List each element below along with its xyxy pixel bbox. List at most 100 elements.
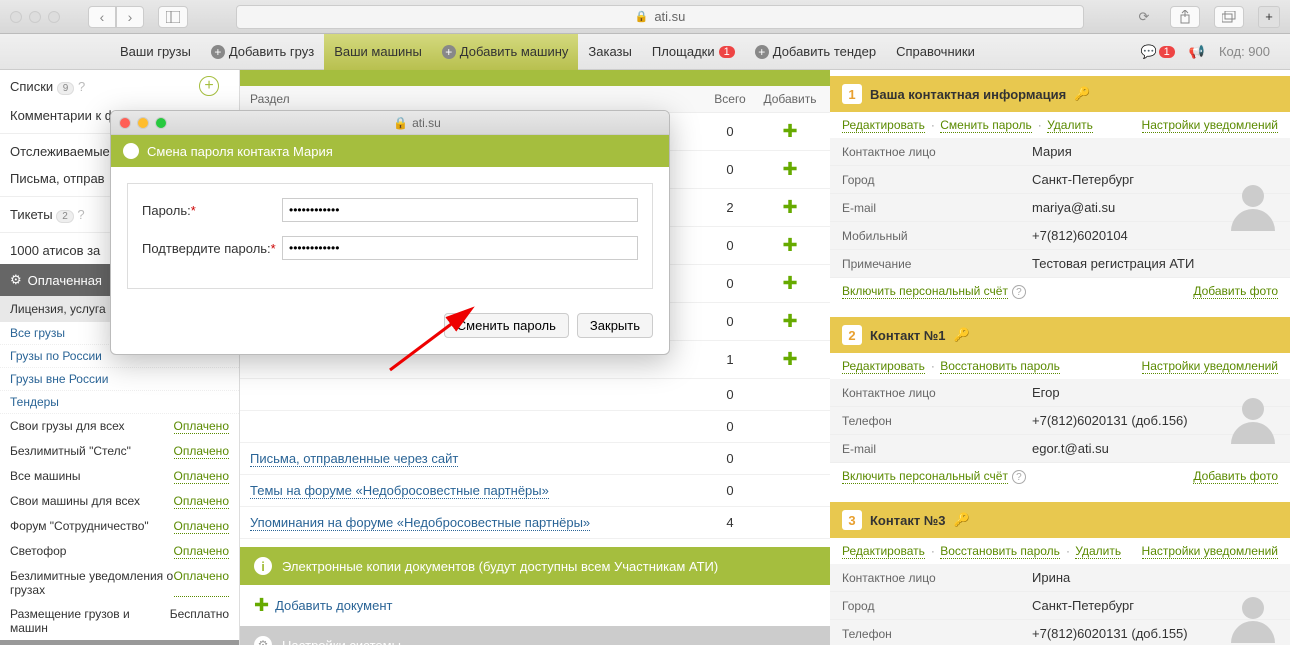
- cell-total: 0: [700, 238, 760, 253]
- edit-link[interactable]: Редактировать: [842, 118, 925, 133]
- lock-icon: 🔒: [635, 10, 649, 23]
- nav-label: Добавить тендер: [773, 44, 876, 59]
- chat-icon[interactable]: 💬1: [1140, 44, 1174, 60]
- nav-your-cargo[interactable]: Ваши грузы: [110, 34, 201, 70]
- status-link[interactable]: Оплачено: [174, 544, 229, 559]
- share-button[interactable]: [1170, 6, 1200, 28]
- close-window-icon[interactable]: [10, 11, 22, 23]
- password-input[interactable]: [282, 198, 638, 222]
- back-button[interactable]: ‹: [88, 6, 116, 28]
- help-icon[interactable]: ?: [1012, 470, 1026, 484]
- nav-label: Справочники: [896, 44, 975, 59]
- status-link[interactable]: Оплачено: [174, 469, 229, 484]
- help-icon: ?: [77, 207, 84, 222]
- card-number: 3: [842, 510, 862, 530]
- nav-add-tender[interactable]: +Добавить тендер: [745, 34, 886, 70]
- row-link[interactable]: Письма, отправленные через сайт: [250, 451, 458, 467]
- add-button[interactable]: ✚: [782, 121, 797, 141]
- personal-account-link[interactable]: Включить персональный счёт: [842, 284, 1008, 299]
- add-button[interactable]: ✚: [782, 311, 797, 331]
- nav-platforms[interactable]: Площадки1: [642, 34, 745, 70]
- sidebar-lists[interactable]: Списки 9 ? +: [0, 70, 239, 102]
- restore-password-link[interactable]: Восстановить пароль: [940, 544, 1060, 559]
- status-link[interactable]: Оплачено: [174, 494, 229, 509]
- status-link[interactable]: Оплачено: [174, 419, 229, 434]
- nav-your-trucks[interactable]: Ваши машины: [324, 34, 432, 70]
- cell-total: 2: [700, 200, 760, 215]
- tabs-icon: [1222, 11, 1236, 23]
- new-tab-button[interactable]: +: [1258, 6, 1280, 28]
- add-button[interactable]: ✚: [782, 273, 797, 293]
- change-password-modal: 🔒ati.su Смена пароля контакта Мария Паро…: [110, 110, 670, 355]
- docs-banner: iЭлектронные копии документов (будут дос…: [240, 547, 830, 585]
- row-link[interactable]: Темы на форуме «Недобросовестные партнёр…: [250, 483, 549, 499]
- cell-total: 0: [700, 419, 760, 434]
- sidebar-label: Отслеживаемые: [10, 144, 110, 159]
- address-bar[interactable]: 🔒 ati.su: [236, 5, 1084, 29]
- cell-total: 4: [700, 515, 760, 530]
- row-link[interactable]: Упоминания на форуме «Недобросовестные п…: [250, 515, 590, 531]
- add-document-button[interactable]: ✚Добавить документ: [240, 585, 830, 626]
- delete-link[interactable]: Удалить: [1075, 544, 1121, 559]
- personal-account-link[interactable]: Включить персональный счёт: [842, 469, 1008, 484]
- contact-card-self: 1Ваша контактная информация🔑 Редактирова…: [830, 76, 1290, 305]
- plus-icon: +: [211, 45, 225, 59]
- info-label: E-mail: [842, 201, 1032, 215]
- col-add: Добавить: [760, 92, 820, 106]
- add-button[interactable]: ✚: [782, 349, 797, 369]
- sidebar-tariff[interactable]: ⚙Тарифный план sms-уведомлений: [0, 640, 239, 645]
- sidebar-toggle-button[interactable]: [158, 6, 188, 28]
- reload-button[interactable]: ⟳: [1132, 6, 1156, 28]
- info-grid: Контактное лицоМария ГородСанкт-Петербур…: [830, 138, 1290, 278]
- change-password-link[interactable]: Сменить пароль: [940, 118, 1032, 133]
- notifications-link[interactable]: Настройки уведомлений: [1142, 359, 1278, 374]
- maximize-window-icon[interactable]: [48, 11, 60, 23]
- status-link[interactable]: Оплачено: [174, 444, 229, 459]
- minimize-window-icon[interactable]: [29, 11, 41, 23]
- code-label: Код: 900: [1219, 44, 1270, 59]
- edit-link[interactable]: Редактировать: [842, 359, 925, 374]
- help-icon[interactable]: ?: [1012, 285, 1026, 299]
- modal-title: Смена пароля контакта Мария: [147, 144, 333, 159]
- forward-button[interactable]: ›: [116, 6, 144, 28]
- nav-add-cargo[interactable]: +Добавить груз: [201, 34, 324, 70]
- notifications-link[interactable]: Настройки уведомлений: [1142, 118, 1278, 133]
- sidebar-item[interactable]: Грузы вне России: [0, 368, 239, 391]
- required-mark: *: [271, 241, 276, 256]
- info-label: Город: [842, 599, 1032, 613]
- maximize-modal-icon[interactable]: [155, 117, 167, 129]
- close-modal-button[interactable]: Закрыть: [577, 313, 653, 338]
- main-navigation: Ваши грузы +Добавить груз Ваши машины +Д…: [0, 34, 1290, 70]
- close-modal-icon[interactable]: [119, 117, 131, 129]
- status-link[interactable]: Оплачено: [174, 519, 229, 534]
- add-button[interactable]: ✚: [782, 197, 797, 217]
- minimize-modal-icon[interactable]: [137, 117, 149, 129]
- edit-link[interactable]: Редактировать: [842, 544, 925, 559]
- nav-label: Площадки: [652, 44, 715, 59]
- header-strip: [240, 70, 830, 86]
- password-label: Пароль:: [142, 203, 191, 218]
- restore-password-link[interactable]: Восстановить пароль: [940, 359, 1060, 374]
- megaphone-icon[interactable]: 📢: [1189, 44, 1205, 60]
- nav-add-truck[interactable]: +Добавить машину: [432, 34, 579, 70]
- url-text: ati.su: [654, 9, 685, 24]
- nav-orders[interactable]: Заказы: [578, 34, 641, 70]
- confirm-password-input[interactable]: [282, 236, 638, 260]
- submit-change-password-button[interactable]: Сменить пароль: [444, 313, 569, 338]
- delete-link[interactable]: Удалить: [1047, 118, 1093, 133]
- nav-label: Ваши машины: [334, 44, 422, 59]
- add-list-button[interactable]: +: [199, 76, 219, 96]
- sidebar-item[interactable]: Тендеры: [0, 391, 239, 414]
- add-button[interactable]: ✚: [782, 159, 797, 179]
- tabs-button[interactable]: [1214, 6, 1244, 28]
- add-button[interactable]: ✚: [782, 235, 797, 255]
- sidebar-paid-row: Свои машины для всехОплачено: [0, 489, 239, 514]
- add-photo-link[interactable]: Добавить фото: [1193, 469, 1278, 484]
- card-actions: Редактировать· Восстановить пароль· Удал…: [830, 538, 1290, 564]
- nav-directories[interactable]: Справочники: [886, 34, 985, 70]
- notifications-link[interactable]: Настройки уведомлений: [1142, 544, 1278, 559]
- status-link[interactable]: Оплачено: [174, 569, 229, 597]
- modal-header: Смена пароля контакта Мария: [111, 135, 669, 167]
- info-value: Ирина: [1032, 570, 1278, 585]
- add-photo-link[interactable]: Добавить фото: [1193, 284, 1278, 299]
